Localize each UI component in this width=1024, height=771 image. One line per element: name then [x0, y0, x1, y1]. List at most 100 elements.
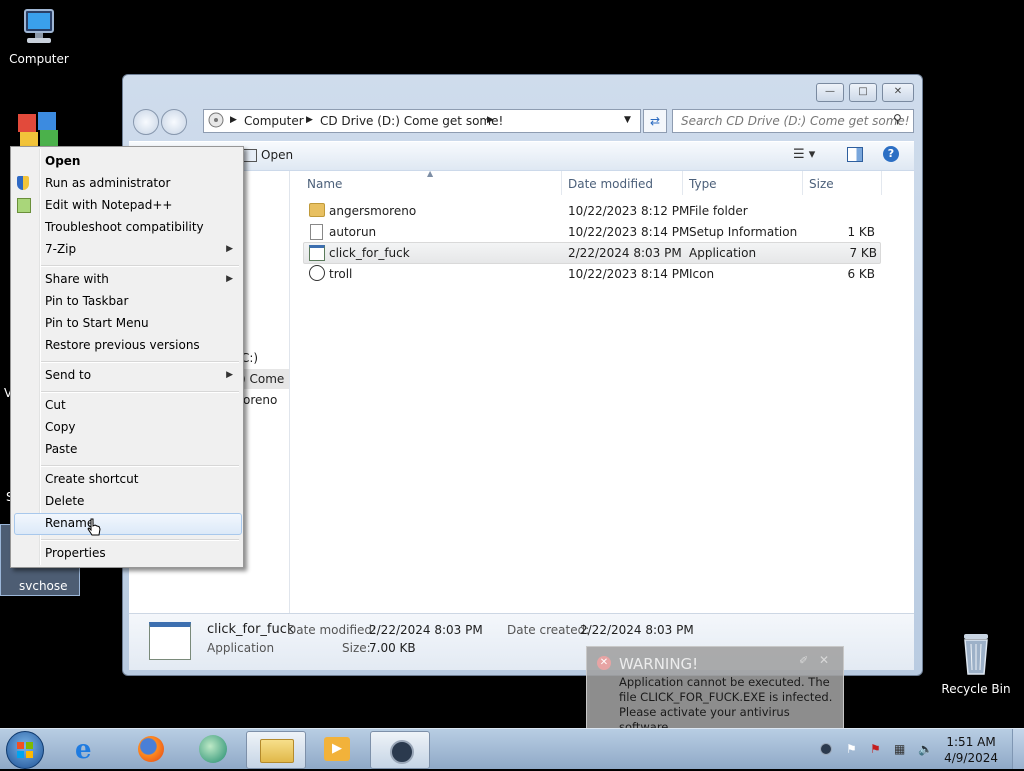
file-row[interactable]: autorun 10/22/2023 8:14 PM Setup Informa… — [303, 222, 879, 242]
desktop-icon-label: Recycle Bin — [941, 682, 1011, 696]
view-icon[interactable]: ☰ ▾ — [793, 147, 815, 162]
clock[interactable]: 1:51 AM 4/9/2024 — [944, 734, 998, 766]
submenu-arrow-icon: ▶ — [226, 244, 233, 254]
taskbar-item-explorer[interactable] — [246, 731, 306, 769]
refresh-icon[interactable]: ⇄ — [643, 109, 667, 133]
menu-item-open[interactable]: Open — [45, 154, 80, 168]
details-date-created: 2/22/2024 8:03 PM — [580, 623, 694, 637]
tray-app-icon[interactable] — [820, 743, 832, 755]
breadcrumb-separator: ▶ — [306, 115, 313, 125]
column-header-date-modified[interactable]: Date modified — [568, 177, 653, 191]
minimize-button[interactable]: — — [816, 83, 844, 102]
details-date-created-label: Date created: — [507, 623, 590, 637]
firefox-icon — [138, 736, 164, 762]
file-row[interactable]: angersmoreno 10/22/2023 8:12 PM File fol… — [303, 201, 879, 221]
lock-app-icon — [390, 740, 414, 764]
breadcrumb-separator: ▶ — [487, 115, 494, 125]
column-header-size[interactable]: Size — [809, 177, 834, 191]
search-input[interactable]: Search CD Drive (D:) Come get some! ⚲ — [672, 109, 914, 133]
volume-muted-icon[interactable]: 🔈 — [918, 742, 933, 756]
chevron-down-icon[interactable]: ▼ — [624, 115, 631, 125]
desktop-icon-computer[interactable]: Computer — [6, 8, 72, 66]
details-file-type: Application — [207, 641, 275, 655]
help-icon[interactable]: ? — [883, 146, 899, 162]
pin-icon[interactable]: ✐ — [799, 654, 808, 667]
taskbar-item-media-player[interactable]: ▶ — [308, 731, 366, 767]
menu-item-cut[interactable]: Cut — [45, 398, 66, 412]
details-date-modified: 2/22/2024 8:03 PM — [369, 623, 483, 637]
media-player-icon: ▶ — [324, 737, 350, 761]
submenu-arrow-icon: ▶ — [226, 370, 233, 380]
menu-item-edit-with-notepad[interactable]: Edit with Notepad++ — [45, 198, 172, 212]
menu-item-send-to[interactable]: Send to — [45, 368, 91, 382]
taskbar-item-app-active[interactable] — [370, 731, 430, 769]
action-center-flag-icon[interactable]: ⚑ — [846, 742, 857, 756]
menu-item-pin-to-taskbar[interactable]: Pin to Taskbar — [45, 294, 128, 308]
submenu-arrow-icon: ▶ — [226, 274, 233, 284]
details-size: 7.00 KB — [369, 641, 416, 655]
command-bar: Open ☰ ▾ ? — [129, 141, 914, 170]
clock-time: 1:51 AM — [946, 735, 996, 749]
folder-icon — [309, 203, 325, 217]
content-area: C:) ) Come oreno Name ▲ Date modified Ty… — [129, 169, 914, 613]
close-button[interactable]: ✕ — [882, 83, 914, 102]
start-button[interactable] — [6, 731, 44, 769]
application-icon — [309, 245, 325, 261]
taskbar-item-firefox[interactable] — [122, 731, 180, 767]
hand-cursor-icon — [86, 518, 102, 541]
network-icon[interactable]: ▦ — [894, 742, 905, 756]
globe-app-icon — [199, 735, 227, 763]
breadcrumb-item-cd-drive[interactable]: CD Drive (D:) Come get some! — [320, 114, 503, 128]
menu-item-copy[interactable]: Copy — [45, 420, 75, 434]
sort-arrow-icon: ▲ — [427, 169, 434, 178]
troll-face-icon — [309, 265, 325, 281]
column-header-name[interactable]: Name — [307, 177, 342, 191]
column-header-type[interactable]: Type — [689, 177, 717, 191]
back-button[interactable] — [133, 109, 159, 135]
maximize-button[interactable]: □ — [849, 83, 877, 102]
file-row[interactable]: troll 10/22/2023 8:14 PM Icon 6 KB — [303, 264, 879, 284]
security-alert-icon[interactable]: ⚑ — [870, 742, 881, 756]
file-row-selected[interactable]: click_for_fuck 2/22/2024 8:03 PM Applica… — [303, 242, 881, 264]
desktop-icon-label: svchose — [19, 579, 68, 593]
warning-balloon[interactable]: ✕ WARNING! ✐ ✕ Application cannot be exe… — [586, 646, 844, 734]
folder-icon — [260, 739, 294, 763]
notepad-plus-plus-icon — [17, 198, 31, 213]
open-icon — [243, 149, 257, 162]
details-size-label: Size: — [342, 641, 371, 655]
desktop-icon-label: Computer — [9, 52, 69, 66]
computer-icon — [17, 8, 61, 48]
cd-drive-icon — [208, 112, 224, 131]
address-bar[interactable]: ▶ Computer ▶ CD Drive (D:) Come get some… — [203, 109, 641, 133]
file-list[interactable]: Name ▲ Date modified Type Size angersmor… — [291, 169, 914, 613]
breadcrumb-item-computer[interactable]: Computer — [244, 114, 304, 128]
taskbar: e ▶ ⚑ ⚑ ▦ 🔈 1:51 AM 4/9/2024 — [0, 728, 1024, 769]
error-icon: ✕ — [597, 656, 611, 670]
breadcrumb-separator: ▶ — [230, 115, 237, 125]
details-file-name: click_for_fuck — [207, 622, 295, 637]
preview-pane-icon[interactable] — [847, 147, 863, 162]
menu-item-share-with[interactable]: Share with — [45, 272, 109, 286]
close-icon[interactable]: ✕ — [819, 653, 829, 667]
navigation-bar: ▶ Computer ▶ CD Drive (D:) Come get some… — [131, 107, 914, 135]
nav-item-selected[interactable]: ) Come — [239, 369, 289, 389]
menu-item-restore-previous-versions[interactable]: Restore previous versions — [45, 338, 200, 352]
taskbar-item-app[interactable] — [184, 731, 242, 767]
menu-item-properties[interactable]: Properties — [45, 546, 106, 560]
open-button[interactable]: Open — [243, 148, 293, 162]
nav-item[interactable]: oreno — [243, 393, 277, 407]
setup-information-icon — [310, 224, 323, 240]
show-desktop-button[interactable] — [1012, 729, 1024, 769]
menu-item-create-shortcut[interactable]: Create shortcut — [45, 472, 138, 486]
menu-item-delete[interactable]: Delete — [45, 494, 84, 508]
menu-item-troubleshoot-compatibility[interactable]: Troubleshoot compatibility — [45, 220, 204, 234]
taskbar-item-internet-explorer[interactable]: e — [60, 731, 118, 767]
menu-item-paste[interactable]: Paste — [45, 442, 77, 456]
forward-button[interactable] — [161, 109, 187, 135]
menu-item-run-as-administrator[interactable]: Run as administrator — [45, 176, 170, 190]
desktop-icon-recycle-bin[interactable]: Recycle Bin — [940, 630, 1012, 696]
menu-item-7zip[interactable]: 7-Zip — [45, 242, 76, 256]
warning-message: Application cannot be executed. The file… — [619, 675, 833, 734]
application-large-icon — [149, 622, 191, 660]
menu-item-pin-to-start-menu[interactable]: Pin to Start Menu — [45, 316, 149, 330]
